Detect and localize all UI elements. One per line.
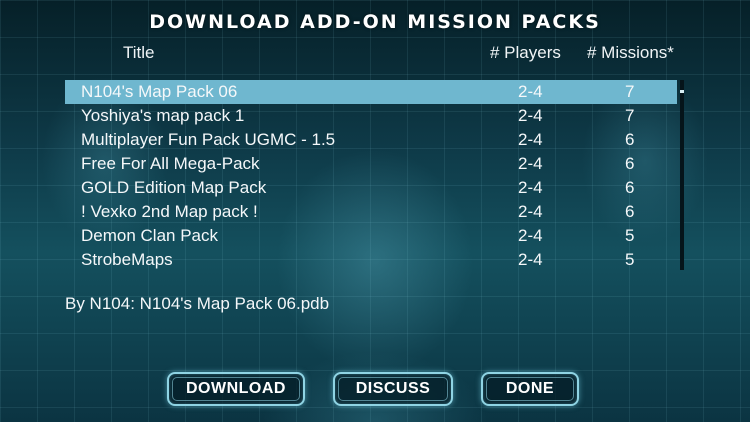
list-item[interactable]: N104's Map Pack 06 2-4 7 xyxy=(65,80,677,104)
list-item[interactable]: Demon Clan Pack 2-4 5 xyxy=(65,224,677,248)
list-item[interactable]: Yoshiya's map pack 1 2-4 7 xyxy=(65,104,677,128)
download-button[interactable]: DOWNLOAD xyxy=(167,372,305,406)
column-header-missions[interactable]: # Missions* xyxy=(587,43,674,63)
pack-players: 2-4 xyxy=(518,154,543,173)
pack-missions: 6 xyxy=(625,154,635,173)
pack-missions: 6 xyxy=(625,130,635,149)
scrollbar-thumb[interactable] xyxy=(680,90,684,93)
pack-players: 2-4 xyxy=(518,106,543,125)
pack-title: Multiplayer Fun Pack UGMC - 1.5 xyxy=(81,130,336,149)
list-item[interactable]: StrobeMaps 2-4 5 xyxy=(65,248,677,272)
list-item[interactable]: Multiplayer Fun Pack UGMC - 1.5 2-4 6 xyxy=(65,128,677,152)
pack-players: 2-4 xyxy=(518,130,543,149)
pack-title: GOLD Edition Map Pack xyxy=(81,178,267,197)
mission-pack-list: N104's Map Pack 06 2-4 7 Yoshiya's map p… xyxy=(65,80,677,272)
page-title: DOWNLOAD ADD-ON MISSION PACKS xyxy=(149,11,601,33)
column-header-players[interactable]: # Players xyxy=(490,43,561,63)
pack-missions: 5 xyxy=(625,226,635,245)
pack-missions: 7 xyxy=(625,106,635,125)
pack-title: Yoshiya's map pack 1 xyxy=(81,106,245,125)
pack-title: Demon Clan Pack xyxy=(81,226,219,245)
pack-missions: 6 xyxy=(625,202,635,221)
list-scrollbar[interactable] xyxy=(680,80,684,270)
done-button[interactable]: DONE xyxy=(481,372,579,406)
pack-title: ! Vexko 2nd Map pack ! xyxy=(81,202,258,221)
pack-missions: 7 xyxy=(625,82,635,101)
pack-players: 2-4 xyxy=(518,226,543,245)
list-item[interactable]: Free For All Mega-Pack 2-4 6 xyxy=(65,152,677,176)
column-header-title[interactable]: Title xyxy=(123,43,155,63)
pack-missions: 5 xyxy=(625,250,635,269)
selected-pack-info: By N104: N104's Map Pack 06.pdb xyxy=(65,294,330,313)
pack-title: StrobeMaps xyxy=(81,250,173,269)
pack-title: Free For All Mega-Pack xyxy=(81,154,260,173)
pack-players: 2-4 xyxy=(518,202,543,221)
pack-players: 2-4 xyxy=(518,250,543,269)
list-item[interactable]: GOLD Edition Map Pack 2-4 6 xyxy=(65,176,677,200)
pack-missions: 6 xyxy=(625,178,635,197)
pack-title: N104's Map Pack 06 xyxy=(81,82,238,101)
list-item[interactable]: ! Vexko 2nd Map pack ! 2-4 6 xyxy=(65,200,677,224)
pack-players: 2-4 xyxy=(518,178,543,197)
discuss-button[interactable]: DISCUSS xyxy=(333,372,453,406)
pack-players: 2-4 xyxy=(518,82,543,101)
